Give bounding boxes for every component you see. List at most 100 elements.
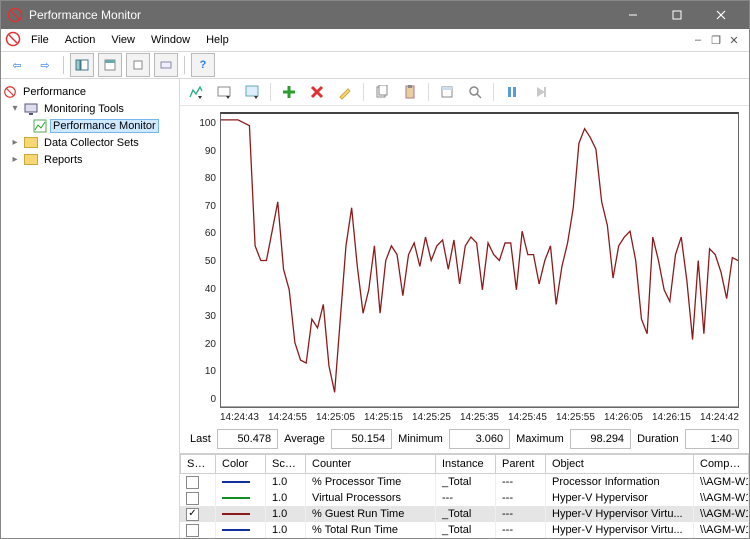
minimum-label: Minimum <box>398 433 443 445</box>
cell-computer: \\AGM-W10PRO03 <box>694 474 749 490</box>
cell-color <box>216 490 266 506</box>
col-computer[interactable]: Computer <box>694 454 749 474</box>
maximize-button[interactable] <box>655 1 699 29</box>
perf-root-icon <box>3 85 17 99</box>
col-counter[interactable]: Counter <box>306 454 436 474</box>
update-button[interactable] <box>528 80 552 104</box>
cell-parent: --- <box>496 490 546 506</box>
col-scale[interactable]: Scale <box>266 454 306 474</box>
menu-action[interactable]: Action <box>57 29 104 51</box>
tree-node-performance-monitor[interactable]: Performance Monitor <box>3 117 177 134</box>
cell-counter: % Guest Run Time <box>306 506 436 522</box>
duration-label: Duration <box>637 433 679 445</box>
expander-icon[interactable]: ▸ <box>9 137 21 148</box>
forward-button[interactable]: ⇨ <box>33 53 57 77</box>
perfmon-toolbar <box>180 79 749 106</box>
navigation-tree[interactable]: Performance ▾ Monitoring Tools Performan… <box>1 79 180 538</box>
copy-button[interactable] <box>370 80 394 104</box>
cell-object: Hyper-V Hypervisor Virtu... <box>546 506 694 522</box>
cell-scale: 1.0 <box>266 522 306 538</box>
add-counter-button[interactable] <box>277 80 301 104</box>
paste-button[interactable] <box>398 80 422 104</box>
cell-object: Hyper-V Hypervisor Virtu... <box>546 522 694 538</box>
show-checkbox[interactable]: ✓ <box>186 508 199 521</box>
maximum-label: Maximum <box>516 433 564 445</box>
legend-row[interactable]: ✓1.0% Guest Run Time_Total---Hyper-V Hyp… <box>180 506 749 522</box>
export-button[interactable] <box>126 53 150 77</box>
freeze-button[interactable] <box>500 80 524 104</box>
show-hide-tree-button[interactable] <box>70 53 94 77</box>
col-color[interactable]: Color <box>216 454 266 474</box>
view-type-button[interactable] <box>184 80 208 104</box>
counter-legend[interactable]: Show Color Scale Counter Instance Parent… <box>180 453 749 538</box>
chart-plot[interactable] <box>220 112 739 408</box>
cell-show <box>180 474 216 490</box>
toolbar-separator <box>428 83 429 101</box>
legend-row[interactable]: 1.0Virtual Processors------Hyper-V Hyper… <box>180 490 749 506</box>
cell-computer: \\AGM-W10PRO03 <box>694 506 749 522</box>
cell-show: ✓ <box>180 506 216 522</box>
tree-node-reports[interactable]: ▸ Reports <box>3 151 177 168</box>
legend-row[interactable]: 1.0% Processor Time_Total---Processor In… <box>180 474 749 490</box>
y-axis-labels: 1009080706050403020100 <box>186 112 220 423</box>
cell-scale: 1.0 <box>266 474 306 490</box>
toolbar-separator <box>493 83 494 101</box>
tree-node-monitoring-tools[interactable]: ▾ Monitoring Tools <box>3 100 177 117</box>
menu-file[interactable]: File <box>23 29 57 51</box>
zoom-button[interactable] <box>463 80 487 104</box>
cell-scale: 1.0 <box>266 506 306 522</box>
content-pane: 1009080706050403020100 14:24:4314:24:551… <box>180 79 749 538</box>
cell-instance: --- <box>436 490 496 506</box>
mdi-restore-button[interactable]: ❐ <box>709 33 723 47</box>
mdi-close-button[interactable]: ✕ <box>727 33 741 47</box>
cell-computer: \\AGM-W10PRO03 <box>694 490 749 506</box>
data-source-button[interactable] <box>212 80 236 104</box>
col-parent[interactable]: Parent <box>496 454 546 474</box>
properties-button[interactable] <box>98 53 122 77</box>
toolbar-separator <box>63 56 64 74</box>
stats-bar: Last 50.478 Average 50.154 Minimum 3.060… <box>180 423 749 453</box>
show-checkbox[interactable] <box>186 524 199 537</box>
show-checkbox[interactable] <box>186 476 199 489</box>
legend-header: Show Color Scale Counter Instance Parent… <box>180 454 749 474</box>
col-object[interactable]: Object <box>546 454 694 474</box>
legend-row[interactable]: 1.0% Total Run Time_Total---Hyper-V Hype… <box>180 522 749 538</box>
cell-computer: \\AGM-W10PRO03 <box>694 522 749 538</box>
expander-icon[interactable]: ▾ <box>9 103 21 114</box>
x-axis-labels: 14:24:4314:24:5514:25:0514:25:1514:25:25… <box>220 408 739 423</box>
menu-window[interactable]: Window <box>143 29 198 51</box>
delete-counter-button[interactable] <box>305 80 329 104</box>
minimize-button[interactable] <box>611 1 655 29</box>
display-elements-button[interactable] <box>240 80 264 104</box>
app-icon-small <box>5 31 23 50</box>
col-show[interactable]: Show <box>180 454 216 474</box>
expander-icon[interactable]: ▸ <box>9 154 21 165</box>
app-icon <box>7 7 23 23</box>
help-button[interactable]: ? <box>191 53 215 77</box>
tree-node-data-collector-sets[interactable]: ▸ Data Collector Sets <box>3 134 177 151</box>
settings-button[interactable] <box>154 53 178 77</box>
tree-node-performance[interactable]: Performance <box>3 83 177 100</box>
col-instance[interactable]: Instance <box>436 454 496 474</box>
menu-view[interactable]: View <box>103 29 143 51</box>
cell-instance: _Total <box>436 474 496 490</box>
back-button[interactable]: ⇦ <box>5 53 29 77</box>
toolbar-separator <box>270 83 271 101</box>
minimum-value: 3.060 <box>449 429 510 449</box>
properties-button[interactable] <box>435 80 459 104</box>
mdi-minimize-button[interactable]: ‒ <box>691 33 705 47</box>
last-label: Last <box>190 433 211 445</box>
cell-show <box>180 490 216 506</box>
cell-object: Hyper-V Hypervisor <box>546 490 694 506</box>
close-button[interactable] <box>699 1 743 29</box>
highlight-button[interactable] <box>333 80 357 104</box>
show-checkbox[interactable] <box>186 492 199 505</box>
window-title: Performance Monitor <box>29 8 611 22</box>
menu-bar: File Action View Window Help ‒ ❐ ✕ <box>1 29 749 52</box>
monitor-icon <box>24 102 38 116</box>
menu-help[interactable]: Help <box>198 29 237 51</box>
cell-show <box>180 522 216 538</box>
cell-object: Processor Information <box>546 474 694 490</box>
cell-parent: --- <box>496 474 546 490</box>
chart-icon <box>33 119 47 133</box>
